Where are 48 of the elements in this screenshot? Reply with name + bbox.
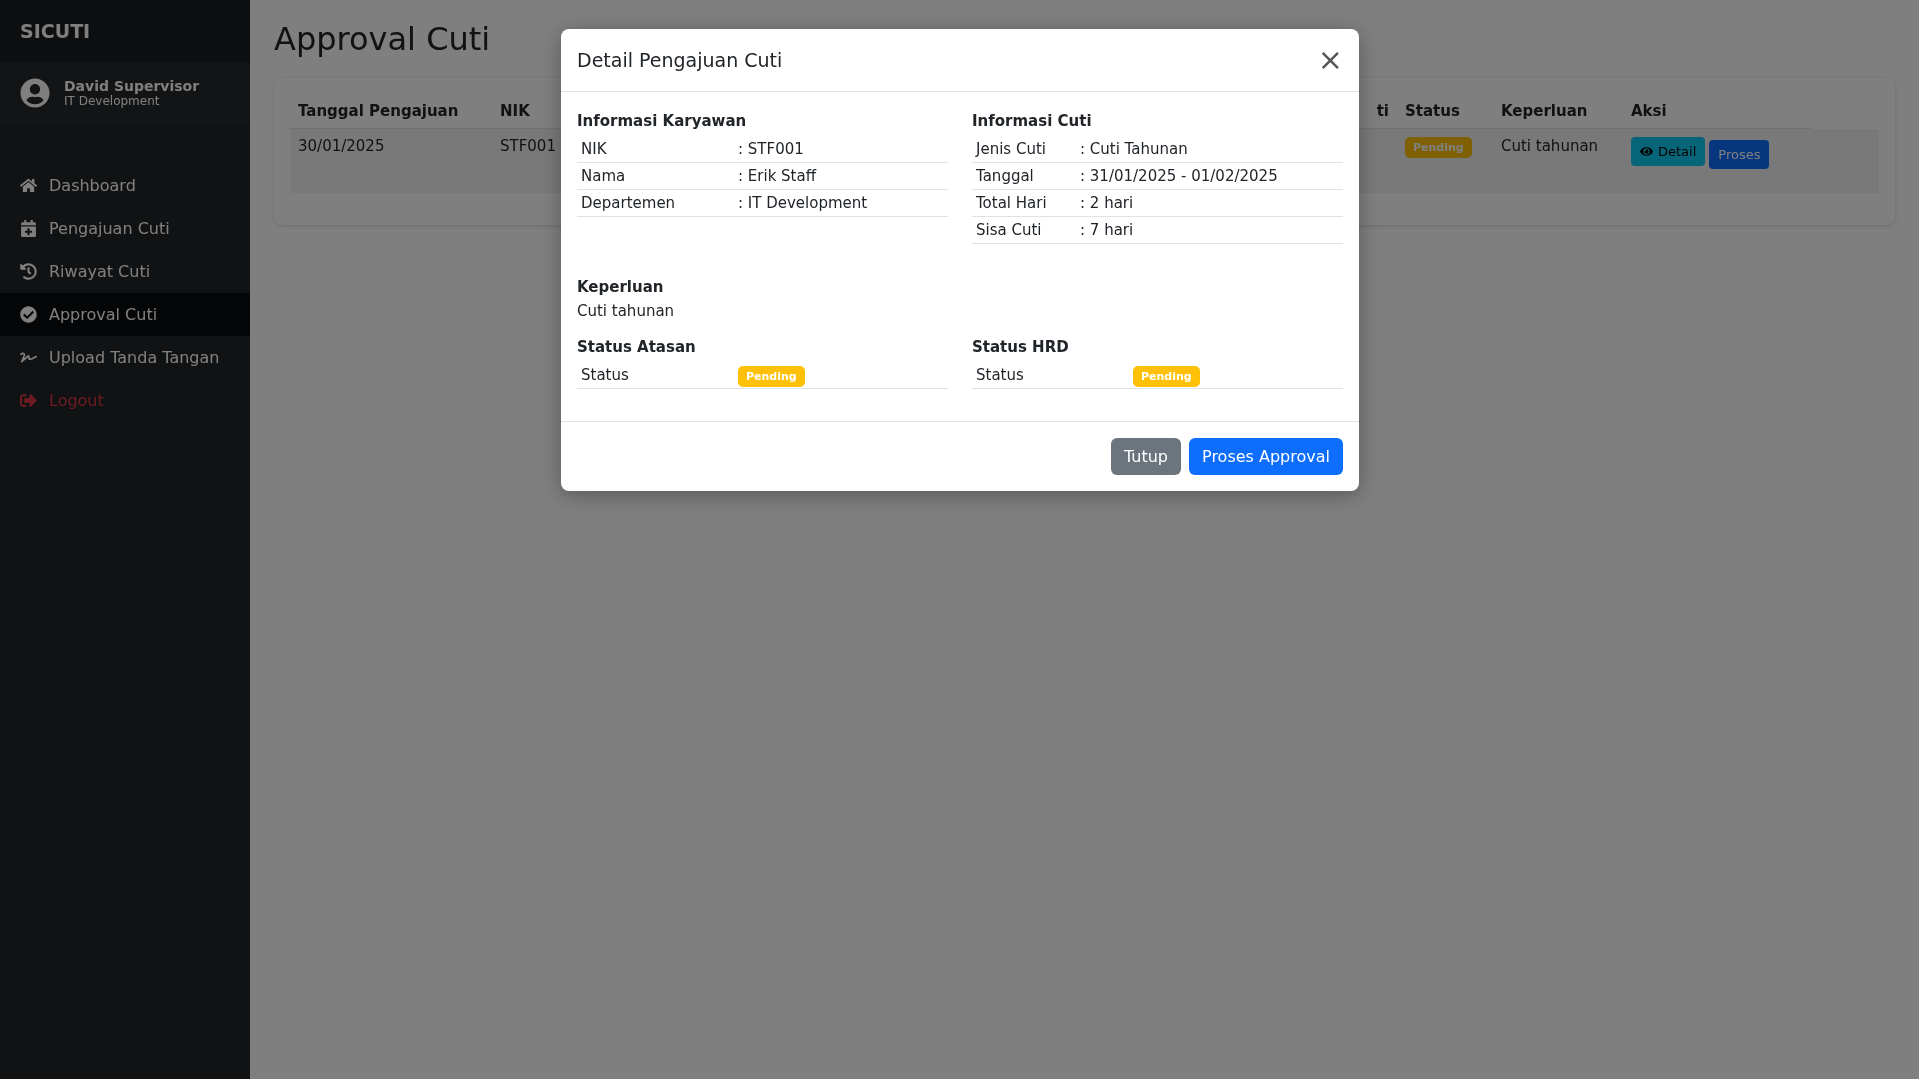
modal-title: Detail Pengajuan Cuti	[577, 49, 783, 71]
purpose-text: Cuti tahunan	[577, 302, 676, 320]
detail-label: Sisa Cuti	[976, 221, 1043, 239]
detail-value: : 7 hari	[1080, 221, 1135, 239]
approve-button[interactable]: Proses Approval	[1189, 438, 1343, 475]
detail-label: Total Hari	[976, 194, 1048, 212]
eye-icon	[1640, 145, 1653, 158]
detail-label: Nama	[581, 167, 627, 185]
detail-label: Departemen	[581, 194, 677, 212]
sidebar-item[interactable]: Upload Tanda Tangan	[0, 336, 250, 379]
table-cell: STF001	[500, 137, 556, 155]
detail-value: : Erik Staff	[738, 167, 818, 185]
section-title: Status HRD	[972, 338, 1070, 356]
table-cell: 30/01/2025	[298, 137, 385, 155]
section-title: Keperluan	[577, 278, 665, 296]
status-badge: Pending	[1133, 366, 1200, 387]
detail-label: Status	[976, 366, 1025, 384]
status-badge: Pending	[1405, 137, 1472, 158]
detail-value: : STF001	[738, 140, 805, 158]
detail-label: Jenis Cuti	[976, 140, 1047, 158]
close-button[interactable]: ×	[1317, 45, 1343, 75]
table-cell: Cuti tahunan	[1501, 137, 1599, 155]
detail-label: Status	[581, 366, 630, 384]
detail-button[interactable]: Detail	[1631, 137, 1706, 166]
sidebar-item[interactable]: Approval Cuti	[0, 293, 250, 336]
sidebar-item[interactable]: Pengajuan Cuti	[0, 207, 250, 250]
history-icon	[20, 263, 37, 280]
sidebar-item[interactable]: Dashboard	[0, 164, 250, 207]
page-title: Approval Cuti	[274, 20, 492, 58]
detail-label: NIK	[581, 140, 608, 158]
detail-value: : IT Development	[738, 194, 869, 212]
user-avatar-icon	[20, 78, 50, 108]
section-title: Informasi Cuti	[972, 112, 1093, 130]
brand-title: SICUTI	[0, 0, 250, 62]
detail-value: : 2 hari	[1080, 194, 1135, 212]
sidebar-item[interactable]: Riwayat Cuti	[0, 250, 250, 293]
user-name: David Supervisor	[64, 78, 200, 94]
home-icon	[20, 177, 37, 194]
calendar-plus-icon	[20, 220, 37, 237]
process-button[interactable]: Proses	[1709, 140, 1770, 169]
detail-value: : Cuti Tahunan	[1080, 140, 1189, 158]
section-title: Status Atasan	[577, 338, 697, 356]
detail-label: Tanggal	[976, 167, 1035, 185]
detail-value: : 31/01/2025 - 01/02/2025	[1080, 167, 1279, 185]
user-department: IT Development	[64, 94, 161, 108]
logout-icon	[20, 392, 37, 409]
close-modal-button[interactable]: Tutup	[1110, 438, 1181, 475]
status-badge: Pending	[738, 366, 805, 387]
